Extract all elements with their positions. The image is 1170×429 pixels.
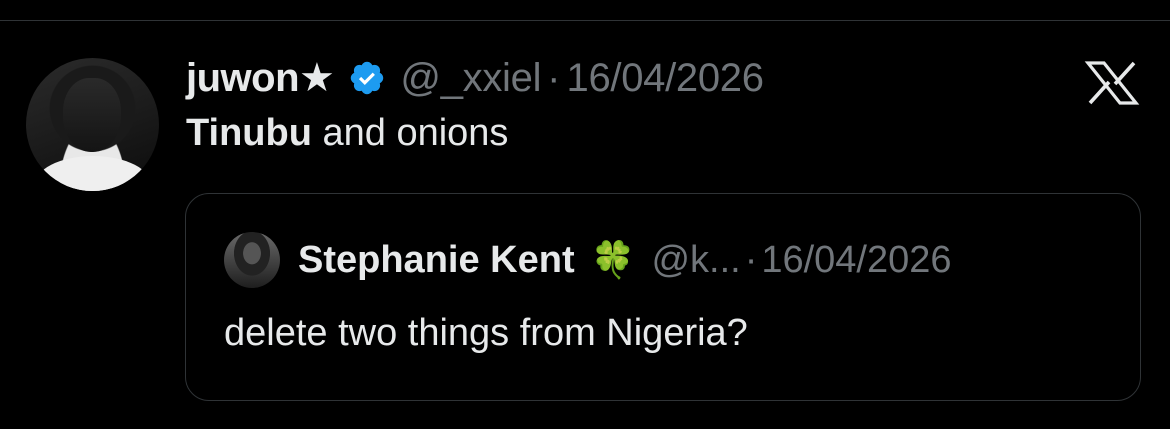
author-name[interactable]: juwon★ (186, 55, 335, 101)
quoted-tweet-date[interactable]: 16/04/2026 (761, 239, 951, 282)
tweet-text-rest: and onions (311, 112, 509, 154)
quoted-author-avatar[interactable] (224, 232, 280, 288)
quoted-author-name[interactable]: Stephanie Kent (298, 239, 575, 282)
author-handle[interactable]: @_xxiel (400, 56, 541, 101)
four-leaf-clover-icon: 🍀 (590, 239, 636, 280)
verified-badge-icon (351, 61, 384, 95)
quoted-author-handle[interactable]: @k... (651, 239, 740, 282)
tweet-date[interactable]: 16/04/2026 (567, 56, 765, 101)
separator-dot: · (547, 55, 561, 100)
tweet-header: juwon★ @_xxiel · 16/04/2026 (186, 52, 764, 104)
tweet-text-bold: Tinubu (186, 112, 312, 154)
quoted-tweet-header: Stephanie Kent 🍀 @k... · 16/04/2026 (298, 234, 952, 286)
tweet-text: Tinubu and onions (186, 112, 508, 155)
x-logo-icon (1084, 61, 1140, 105)
quoted-separator-dot: · (744, 238, 758, 281)
author-avatar[interactable] (26, 58, 159, 191)
quoted-tweet-card[interactable]: Stephanie Kent 🍀 @k... · 16/04/2026 dele… (185, 193, 1141, 401)
avatar-face (63, 78, 121, 152)
quoted-tweet-text: delete two things from Nigeria? (224, 312, 748, 354)
top-divider (0, 20, 1170, 21)
avatar-shirt (34, 156, 152, 191)
